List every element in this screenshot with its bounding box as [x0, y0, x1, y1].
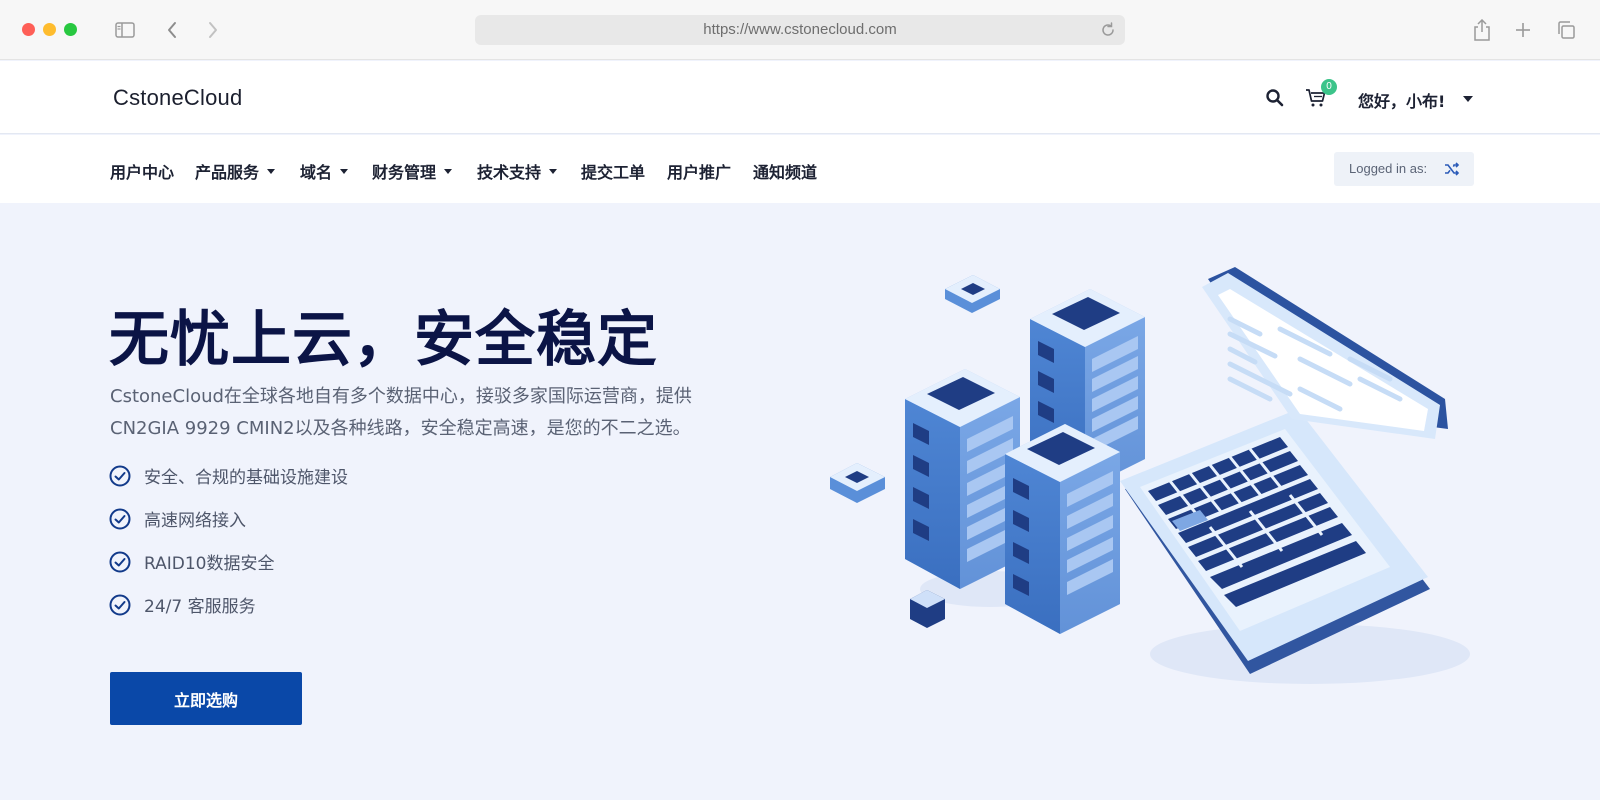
share-icon[interactable]: [1470, 18, 1494, 42]
sidebar-icon[interactable]: [113, 18, 137, 42]
maximize-window-button[interactable]: [64, 23, 77, 36]
feature-item: 高速网络接入: [109, 506, 246, 531]
nav-item-user-center[interactable]: 用户中心: [110, 159, 174, 183]
reload-icon[interactable]: [1099, 21, 1117, 39]
hero-description: CstoneCloud在全球各地自有多个数据中心，接驳多家国际运营商，提供 CN…: [110, 381, 730, 445]
check-circle-icon: [109, 551, 131, 572]
cart-count-badge: 0: [1321, 79, 1337, 95]
logged-in-as-switcher[interactable]: Logged in as:: [1334, 152, 1474, 186]
feature-label: 安全、合规的基础设施建设: [144, 468, 348, 488]
site-logo[interactable]: CstoneCloud: [113, 85, 242, 111]
cloud-servers-illustration: [830, 267, 1470, 684]
site-header: CstoneCloud 0 您好，小布!: [0, 61, 1600, 134]
feature-item: 24/7 客服服务: [109, 592, 256, 617]
chevron-down-icon: [340, 168, 349, 174]
chevron-down-icon: [267, 168, 276, 174]
hero-section: 无忧上云，安全稳定 CstoneCloud在全球各地自有多个数据中心，接驳多家国…: [0, 203, 1600, 800]
hero-description-line: CstoneCloud在全球各地自有多个数据中心，接驳多家国际运营商，提供: [110, 386, 692, 407]
nav-item-affiliates[interactable]: 用户推广: [667, 159, 731, 183]
main-navigation: 用户中心 产品服务 域名 财务管理 技术支持 提交工单 用户推广 通知频道 Lo…: [0, 135, 1600, 203]
address-bar[interactable]: https://www.cstonecloud.com: [475, 15, 1125, 45]
new-tab-icon[interactable]: [1511, 18, 1535, 42]
chevron-down-icon: [549, 168, 558, 174]
feature-item: 安全、合规的基础设施建设: [109, 463, 348, 488]
chevron-down-icon[interactable]: [1463, 96, 1473, 102]
feature-label: RAID10数据安全: [144, 554, 275, 574]
buy-now-button[interactable]: 立即选购: [110, 672, 302, 725]
browser-toolbar: https://www.cstonecloud.com: [0, 0, 1600, 60]
nav-item-support[interactable]: 技术支持: [477, 159, 558, 183]
tabs-icon[interactable]: [1554, 18, 1578, 42]
back-icon[interactable]: [160, 18, 184, 42]
hero-description-line: CN2GIA 9929 CMIN2以及各种线路，安全稳定高速，是您的不二之选。: [110, 418, 691, 439]
url-text: https://www.cstonecloud.com: [703, 21, 897, 38]
feature-label: 高速网络接入: [144, 511, 246, 531]
feature-label: 24/7 客服服务: [144, 597, 256, 617]
close-window-button[interactable]: [22, 23, 35, 36]
search-icon[interactable]: [1265, 88, 1285, 108]
logged-in-as-label: Logged in as:: [1349, 161, 1428, 176]
forward-icon[interactable]: [201, 18, 225, 42]
check-circle-icon: [109, 594, 131, 615]
check-circle-icon: [109, 465, 131, 486]
minimize-window-button[interactable]: [43, 23, 56, 36]
hero-title: 无忧上云，安全稳定: [109, 305, 658, 375]
nav-item-submit-ticket[interactable]: 提交工单: [581, 159, 645, 183]
nav-item-domains[interactable]: 域名: [300, 159, 349, 183]
chevron-down-icon: [444, 168, 453, 174]
user-greeting-menu[interactable]: 您好，小布!: [1358, 88, 1445, 112]
nav-item-products[interactable]: 产品服务: [195, 159, 276, 183]
check-circle-icon: [109, 508, 131, 529]
shuffle-icon: [1444, 161, 1460, 177]
nav-item-announcements[interactable]: 通知频道: [753, 159, 817, 183]
nav-item-billing[interactable]: 财务管理: [372, 159, 453, 183]
feature-item: RAID10数据安全: [109, 549, 275, 574]
